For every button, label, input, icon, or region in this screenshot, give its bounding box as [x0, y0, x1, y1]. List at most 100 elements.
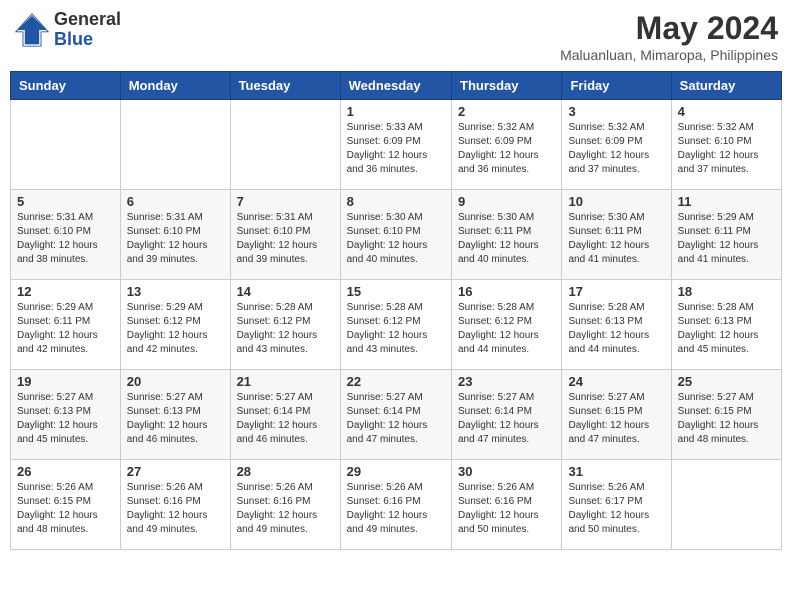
- day-number: 31: [568, 464, 664, 479]
- calendar-cell: 22 Sunrise: 5:27 AM Sunset: 6:14 PM Dayli…: [340, 370, 451, 460]
- calendar-cell: [671, 460, 781, 550]
- page-header: General Blue May 2024 Maluanluan, Mimaro…: [10, 10, 782, 63]
- day-number: 25: [678, 374, 775, 389]
- calendar-cell: 5 Sunrise: 5:31 AM Sunset: 6:10 PM Daylig…: [11, 190, 121, 280]
- month-year-title: May 2024: [560, 10, 778, 47]
- day-info: Sunrise: 5:27 AM Sunset: 6:13 PM Dayligh…: [127, 391, 224, 447]
- day-info: Sunrise: 5:28 AM Sunset: 6:13 PM Dayligh…: [568, 301, 664, 357]
- day-info: Sunrise: 5:26 AM Sunset: 6:16 PM Dayligh…: [458, 481, 555, 537]
- day-number: 6: [127, 194, 224, 209]
- week-row-4: 19 Sunrise: 5:27 AM Sunset: 6:13 PM Dayli…: [11, 370, 782, 460]
- day-info: Sunrise: 5:27 AM Sunset: 6:15 PM Dayligh…: [678, 391, 775, 447]
- calendar-cell: 9 Sunrise: 5:30 AM Sunset: 6:11 PM Daylig…: [452, 190, 562, 280]
- calendar-cell: 25 Sunrise: 5:27 AM Sunset: 6:15 PM Dayli…: [671, 370, 781, 460]
- day-info: Sunrise: 5:27 AM Sunset: 6:15 PM Dayligh…: [568, 391, 664, 447]
- weekday-header-friday: Friday: [562, 72, 671, 100]
- day-info: Sunrise: 5:32 AM Sunset: 6:09 PM Dayligh…: [568, 121, 664, 177]
- calendar-cell: 20 Sunrise: 5:27 AM Sunset: 6:13 PM Dayli…: [120, 370, 230, 460]
- day-info: Sunrise: 5:31 AM Sunset: 6:10 PM Dayligh…: [237, 211, 334, 267]
- calendar-cell: 6Sunrise: 5:31 AM Sunset: 6:10 PM Daylig…: [120, 190, 230, 280]
- day-number: 30: [458, 464, 555, 479]
- logo-icon: [14, 12, 50, 48]
- day-info: Sunrise: 5:30 AM Sunset: 6:10 PM Dayligh…: [347, 211, 445, 267]
- day-info: Sunrise: 5:27 AM Sunset: 6:13 PM Dayligh…: [17, 391, 114, 447]
- week-row-5: 26Sunrise: 5:26 AM Sunset: 6:15 PM Dayli…: [11, 460, 782, 550]
- calendar-cell: 23 Sunrise: 5:27 AM Sunset: 6:14 PM Dayli…: [452, 370, 562, 460]
- day-info: Sunrise: 5:29 AM Sunset: 6:12 PM Dayligh…: [127, 301, 224, 357]
- day-info: Sunrise: 5:27 AM Sunset: 6:14 PM Dayligh…: [347, 391, 445, 447]
- weekday-header-monday: Monday: [120, 72, 230, 100]
- logo-blue-text: Blue: [54, 30, 121, 50]
- day-info: Sunrise: 5:28 AM Sunset: 6:13 PM Dayligh…: [678, 301, 775, 357]
- weekday-header-wednesday: Wednesday: [340, 72, 451, 100]
- calendar-cell: 1 Sunrise: 5:33 AM Sunset: 6:09 PM Daylig…: [340, 100, 451, 190]
- day-number: 26: [17, 464, 114, 479]
- day-info: Sunrise: 5:30 AM Sunset: 6:11 PM Dayligh…: [568, 211, 664, 267]
- day-number: 7: [237, 194, 334, 209]
- day-info: Sunrise: 5:29 AM Sunset: 6:11 PM Dayligh…: [678, 211, 775, 267]
- logo: General Blue: [14, 10, 121, 50]
- day-info: Sunrise: 5:31 AM Sunset: 6:10 PM Dayligh…: [17, 211, 114, 267]
- calendar-cell: 29Sunrise: 5:26 AM Sunset: 6:16 PM Dayli…: [340, 460, 451, 550]
- calendar-cell: 21Sunrise: 5:27 AM Sunset: 6:14 PM Dayli…: [230, 370, 340, 460]
- day-number: 19: [17, 374, 114, 389]
- day-number: 15: [347, 284, 445, 299]
- day-number: 8: [347, 194, 445, 209]
- day-number: 3: [568, 104, 664, 119]
- title-block: May 2024 Maluanluan, Mimaropa, Philippin…: [560, 10, 778, 63]
- day-info: Sunrise: 5:27 AM Sunset: 6:14 PM Dayligh…: [458, 391, 555, 447]
- calendar-cell: 27Sunrise: 5:26 AM Sunset: 6:16 PM Dayli…: [120, 460, 230, 550]
- calendar-cell: [230, 100, 340, 190]
- day-number: 20: [127, 374, 224, 389]
- day-info: Sunrise: 5:32 AM Sunset: 6:09 PM Dayligh…: [458, 121, 555, 177]
- weekday-header-sunday: Sunday: [11, 72, 121, 100]
- day-info: Sunrise: 5:26 AM Sunset: 6:16 PM Dayligh…: [127, 481, 224, 537]
- day-number: 13: [127, 284, 224, 299]
- calendar-cell: 7 Sunrise: 5:31 AM Sunset: 6:10 PM Daylig…: [230, 190, 340, 280]
- day-info: Sunrise: 5:29 AM Sunset: 6:11 PM Dayligh…: [17, 301, 114, 357]
- weekday-header-saturday: Saturday: [671, 72, 781, 100]
- calendar-cell: 28Sunrise: 5:26 AM Sunset: 6:16 PM Dayli…: [230, 460, 340, 550]
- calendar-cell: 16 Sunrise: 5:28 AM Sunset: 6:12 PM Dayli…: [452, 280, 562, 370]
- day-number: 16: [458, 284, 555, 299]
- day-number: 12: [17, 284, 114, 299]
- calendar-cell: 8 Sunrise: 5:30 AM Sunset: 6:10 PM Daylig…: [340, 190, 451, 280]
- day-info: Sunrise: 5:28 AM Sunset: 6:12 PM Dayligh…: [458, 301, 555, 357]
- day-number: 9: [458, 194, 555, 209]
- calendar-cell: 10 Sunrise: 5:30 AM Sunset: 6:11 PM Dayli…: [562, 190, 671, 280]
- day-info: Sunrise: 5:30 AM Sunset: 6:11 PM Dayligh…: [458, 211, 555, 267]
- day-number: 10: [568, 194, 664, 209]
- day-info: Sunrise: 5:28 AM Sunset: 6:12 PM Dayligh…: [347, 301, 445, 357]
- calendar-cell: 30 Sunrise: 5:26 AM Sunset: 6:16 PM Dayli…: [452, 460, 562, 550]
- calendar-cell: 4 Sunrise: 5:32 AM Sunset: 6:10 PM Daylig…: [671, 100, 781, 190]
- calendar-cell: 17 Sunrise: 5:28 AM Sunset: 6:13 PM Dayli…: [562, 280, 671, 370]
- weekday-header-thursday: Thursday: [452, 72, 562, 100]
- calendar-cell: 26Sunrise: 5:26 AM Sunset: 6:15 PM Dayli…: [11, 460, 121, 550]
- day-number: 22: [347, 374, 445, 389]
- week-row-2: 5 Sunrise: 5:31 AM Sunset: 6:10 PM Daylig…: [11, 190, 782, 280]
- calendar-cell: 11 Sunrise: 5:29 AM Sunset: 6:11 PM Dayli…: [671, 190, 781, 280]
- day-number: 29: [347, 464, 445, 479]
- day-info: Sunrise: 5:33 AM Sunset: 6:09 PM Dayligh…: [347, 121, 445, 177]
- day-number: 4: [678, 104, 775, 119]
- calendar-cell: 14Sunrise: 5:28 AM Sunset: 6:12 PM Dayli…: [230, 280, 340, 370]
- calendar-cell: [120, 100, 230, 190]
- day-number: 1: [347, 104, 445, 119]
- logo-general-text: General: [54, 10, 121, 30]
- day-info: Sunrise: 5:26 AM Sunset: 6:17 PM Dayligh…: [568, 481, 664, 537]
- calendar-cell: 15 Sunrise: 5:28 AM Sunset: 6:12 PM Dayli…: [340, 280, 451, 370]
- location-subtitle: Maluanluan, Mimaropa, Philippines: [560, 47, 778, 63]
- calendar-cell: 31 Sunrise: 5:26 AM Sunset: 6:17 PM Dayli…: [562, 460, 671, 550]
- calendar-table: SundayMondayTuesdayWednesdayThursdayFrid…: [10, 71, 782, 550]
- calendar-cell: 3 Sunrise: 5:32 AM Sunset: 6:09 PM Daylig…: [562, 100, 671, 190]
- day-number: 17: [568, 284, 664, 299]
- weekday-header-tuesday: Tuesday: [230, 72, 340, 100]
- logo-text: General Blue: [54, 10, 121, 50]
- day-number: 11: [678, 194, 775, 209]
- day-info: Sunrise: 5:32 AM Sunset: 6:10 PM Dayligh…: [678, 121, 775, 177]
- day-number: 5: [17, 194, 114, 209]
- day-number: 14: [237, 284, 334, 299]
- day-number: 23: [458, 374, 555, 389]
- calendar-cell: 18Sunrise: 5:28 AM Sunset: 6:13 PM Dayli…: [671, 280, 781, 370]
- calendar-cell: 12 Sunrise: 5:29 AM Sunset: 6:11 PM Dayli…: [11, 280, 121, 370]
